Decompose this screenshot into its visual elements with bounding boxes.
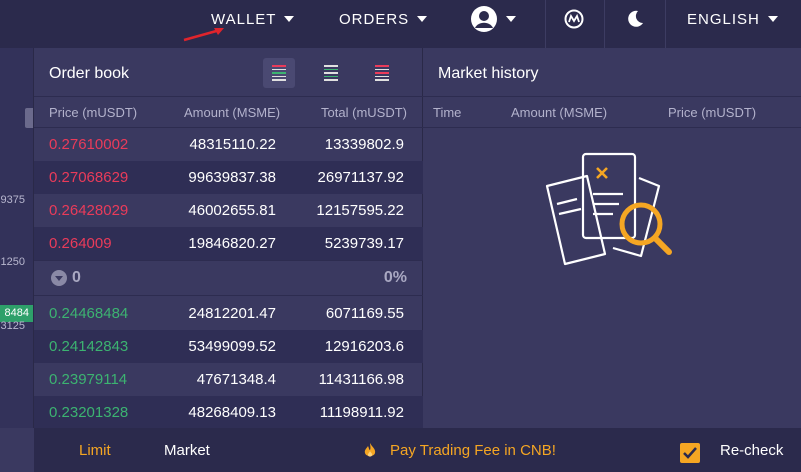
ask-amount: 19846820.27 [188, 235, 276, 252]
ask-price: 0.26428029 [49, 202, 129, 219]
column-header-time: Time [433, 105, 462, 120]
recheck-label[interactable]: Re-check [720, 442, 783, 459]
language-menu[interactable]: ENGLISH [687, 0, 778, 38]
red-arrow-annotation [183, 28, 224, 42]
ask-price: 0.264009 [49, 235, 112, 252]
tab-market[interactable]: Market [164, 442, 210, 459]
chevron-down-icon [284, 16, 295, 22]
bid-total: 11198911.92 [319, 404, 404, 421]
user-avatar-icon [471, 6, 497, 32]
checkmark-icon [683, 447, 697, 459]
dark-mode-toggle[interactable] [625, 0, 645, 38]
ask-total: 13339802.9 [324, 136, 404, 153]
nav-divider [604, 0, 605, 48]
bid-total: 6071169.55 [325, 305, 404, 322]
chevron-down-icon [506, 16, 516, 22]
market-history-panel: Market history Time Amount (MSME) Price … [423, 48, 801, 428]
bid-amount: 48268409.13 [188, 404, 276, 421]
price-change-percent: 0% [383, 269, 407, 286]
bid-amount: 53499099.52 [188, 338, 276, 355]
view-bids-button[interactable] [315, 58, 347, 88]
chevron-down-icon [767, 16, 778, 22]
coinmarketcap-link[interactable] [564, 0, 584, 38]
recheck-checkbox[interactable] [680, 443, 700, 463]
bid-row[interactable]: 0.24468484 24812201.47 6071169.55 [34, 297, 423, 330]
orders-label: ORDERS [339, 10, 410, 28]
ask-total: 12157595.22 [316, 202, 404, 219]
bid-row[interactable]: 0.23979114 47671348.4 11431166.98 [34, 363, 423, 396]
order-book-header: Price (mUSDT) Amount (MSME) Total (mUSDT… [34, 96, 423, 128]
ask-row[interactable]: 0.27610002 48315110.22 13339802.9 [34, 128, 423, 161]
column-header-amount: Amount (MSME) [511, 105, 608, 120]
chevron-down-icon [417, 16, 428, 22]
orders-menu[interactable]: ORDERS [339, 0, 428, 38]
coinmarketcap-icon [564, 9, 584, 29]
fire-icon [364, 443, 376, 457]
order-book-both-icon [272, 65, 286, 81]
order-book-bids-icon [324, 65, 338, 81]
bid-price: 0.23979114 [49, 371, 128, 388]
ask-row[interactable]: 0.27068629 99639837.38 26971137.92 [34, 161, 423, 194]
order-book-asks-icon [375, 65, 389, 81]
bid-total: 12916203.6 [324, 338, 404, 355]
last-price: 0 [72, 269, 81, 286]
bid-total: 11431166.98 [318, 371, 404, 388]
bottom-bar: Limit Market Pay Trading Fee in CNB! Re-… [0, 428, 801, 472]
tab-limit[interactable]: Limit [79, 442, 111, 459]
language-label: ENGLISH [687, 10, 760, 28]
ask-amount: 99639837.38 [188, 169, 276, 186]
bid-price: 0.24468484 [49, 305, 129, 322]
view-both-button[interactable] [263, 58, 295, 88]
ask-total: 5239739.17 [324, 235, 404, 252]
column-header-price: Price (mUSDT) [49, 105, 138, 120]
top-nav-bar: WALLET ORDERS ENGLISH [0, 0, 801, 48]
bid-row[interactable]: 0.23201328 48268409.13 11198911.92 [34, 396, 423, 429]
bid-price: 0.23201328 [49, 404, 129, 421]
last-price-row: 0 0% [34, 260, 423, 296]
left-value: 1250 [0, 256, 25, 268]
ask-row[interactable]: 0.264009 19846820.27 5239739.17 [34, 227, 423, 260]
order-book-title: Order book [49, 65, 130, 82]
moon-icon [628, 10, 643, 27]
bid-price: 0.24142843 [49, 338, 129, 355]
ask-price: 0.27610002 [49, 136, 129, 153]
market-history-title: Market history [438, 65, 539, 82]
left-value: 3125 [0, 320, 25, 332]
market-history-header: Time Amount (MSME) Price (mUSDT) [423, 96, 801, 128]
column-header-price: Price (mUSDT) [668, 105, 757, 120]
column-header-amount: Amount (MSME) [184, 105, 281, 120]
ask-row[interactable]: 0.26428029 46002655.81 12157595.22 [34, 194, 423, 227]
bid-row[interactable]: 0.24142843 53499099.52 12916203.6 [34, 330, 423, 363]
empty-history-illustration-icon [545, 152, 672, 266]
column-header-total: Total (mUSDT) [321, 105, 407, 120]
account-menu[interactable] [470, 0, 516, 38]
collapsed-tab-handle[interactable] [25, 108, 33, 128]
bid-amount: 47671348.4 [196, 371, 276, 388]
bottom-left-edge [0, 428, 34, 472]
order-book-panel: Order book Price (mUSDT) Amount (MSME) T… [34, 48, 423, 429]
ask-amount: 48315110.22 [189, 136, 276, 153]
view-asks-button[interactable] [366, 58, 398, 88]
left-value: 9375 [0, 194, 25, 206]
ask-total: 26971137.92 [317, 169, 404, 186]
arrow-down-circle-icon [51, 270, 67, 286]
ask-price: 0.27068629 [49, 169, 129, 186]
bid-amount: 24812201.47 [188, 305, 276, 322]
nav-divider [665, 0, 666, 48]
left-panel-edge: 9375 1250 8484 3125 [0, 48, 34, 428]
nav-divider [545, 0, 546, 48]
ask-amount: 46002655.81 [188, 202, 276, 219]
promo-link[interactable]: Pay Trading Fee in CNB! [390, 442, 556, 459]
